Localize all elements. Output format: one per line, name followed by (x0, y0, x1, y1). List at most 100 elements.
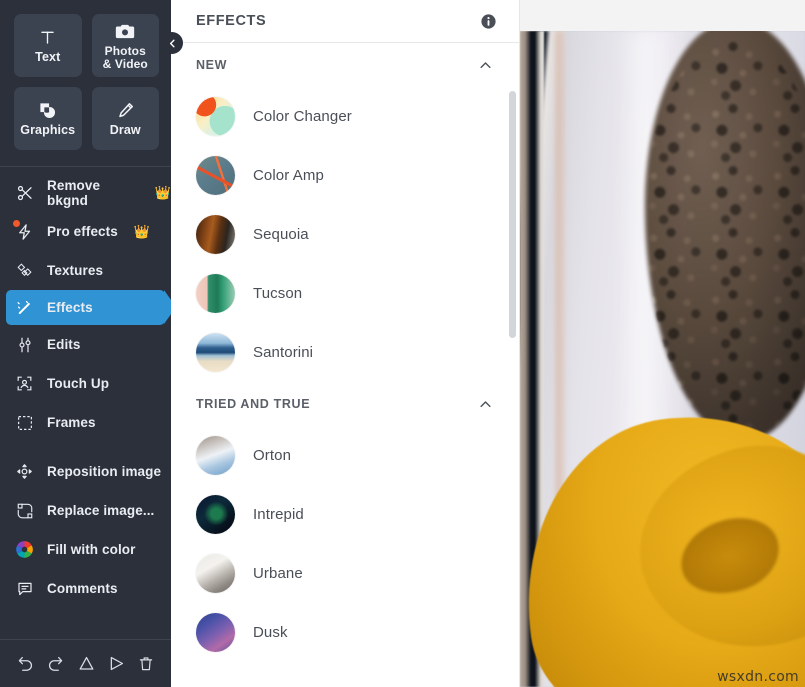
effect-name: Color Amp (253, 167, 324, 184)
section-title-tried-and-true: TRIED AND TRUE (196, 397, 311, 411)
list-item[interactable]: Sequoia (171, 205, 519, 264)
list-item[interactable]: Orton (171, 426, 519, 485)
section-header-tried-and-true[interactable]: TRIED AND TRUE (171, 382, 519, 426)
tile-text[interactable]: Text (14, 14, 82, 77)
page-title: EFFECTS (196, 13, 267, 29)
chevron-left-icon (167, 38, 178, 49)
panel-scrollbar-track[interactable] (509, 91, 516, 683)
tile-draw[interactable]: Draw (91, 87, 159, 150)
sidebar-divider-top (0, 166, 171, 167)
scissors-icon (14, 182, 35, 203)
sidebar-item-textures-label: Textures (47, 263, 104, 278)
sidebar-item-comments-label: Comments (47, 581, 118, 596)
collapse-panel-button[interactable] (161, 32, 183, 54)
list-item[interactable]: Urbane (171, 544, 519, 603)
graphics-shapes-icon (38, 100, 57, 122)
effects-scroll-region[interactable]: NEW Color Changer Color Amp Sequoia Tucs… (171, 43, 519, 687)
effect-name: Orton (253, 447, 292, 464)
replace-image-icon (14, 500, 35, 521)
tucson-thumb (196, 274, 235, 313)
tile-photos-video-label: Photos & Video (102, 43, 148, 71)
sidebar-item-pro-effects[interactable]: Pro effects 👑 (0, 212, 171, 251)
list-item[interactable]: Color Changer (171, 87, 519, 146)
sidebar-item-comments[interactable]: Comments (0, 569, 171, 608)
effect-name: Sequoia (253, 226, 309, 243)
sidebar-item-replace-image[interactable]: Replace image... (0, 491, 171, 530)
sidebar-bottom-toolbar (0, 639, 171, 687)
pro-crown-icon: 👑 (133, 224, 151, 239)
list-item[interactable]: Dusk (171, 603, 519, 662)
sidebar-item-remove-bkgnd[interactable]: Remove bkgnd 👑 (0, 173, 171, 212)
color-amp-thumb (196, 156, 235, 195)
effect-name: Urbane (253, 565, 303, 582)
sidebar-item-frames-label: Frames (47, 415, 96, 430)
chevron-up-icon[interactable] (478, 397, 493, 412)
tile-graphics[interactable]: Graphics (14, 87, 82, 150)
color-changer-thumb (196, 97, 235, 136)
tile-draw-label: Draw (109, 122, 141, 137)
sidebar-item-edits-label: Edits (47, 337, 81, 352)
face-touchup-icon (14, 373, 35, 394)
text-t-icon (38, 27, 57, 49)
undo-icon[interactable] (16, 654, 35, 673)
effect-name: Tucson (253, 285, 303, 302)
list-item[interactable]: Color Amp (171, 146, 519, 205)
sidebar-item-effects-label: Effects (47, 300, 93, 315)
sidebar-item-textures[interactable]: Textures (0, 251, 171, 290)
sliders-icon (14, 334, 35, 355)
sidebar-menu-primary: Remove bkgnd 👑 Pro effects 👑 Textures Ef… (0, 173, 176, 608)
flip-horizontal-icon[interactable] (107, 654, 126, 673)
effect-name: Intrepid (253, 506, 304, 523)
urbane-thumb (196, 554, 235, 593)
sidebar-item-reposition-image[interactable]: Reposition image (0, 452, 171, 491)
info-circle-icon[interactable] (480, 13, 497, 30)
new-dot-badge (13, 220, 20, 227)
sidebar-item-reposition-image-label: Reposition image (47, 464, 162, 479)
sidebar-item-replace-image-label: Replace image... (47, 503, 155, 518)
canvas-area[interactable]: wsxdn.com (520, 0, 805, 687)
orton-thumb (196, 436, 235, 475)
sequoia-thumb (196, 215, 235, 254)
list-item[interactable]: Santorini (171, 323, 519, 382)
lightning-bolt-icon (13, 220, 35, 242)
pencil-draw-icon (116, 100, 135, 122)
sidebar-item-remove-bkgnd-label: Remove bkgnd (47, 177, 101, 208)
sidebar-item-fill-with-color[interactable]: Fill with color (0, 530, 171, 569)
flip-vertical-icon[interactable] (77, 654, 96, 673)
chevron-up-icon[interactable] (478, 58, 493, 73)
sidebar-item-effects[interactable]: Effects (6, 290, 176, 325)
effect-name: Dusk (253, 624, 288, 641)
tile-graphics-label: Graphics (20, 122, 76, 137)
frame-dashed-icon (14, 412, 35, 433)
pro-crown-icon: 👑 (154, 185, 171, 200)
list-item[interactable]: Tucson (171, 264, 519, 323)
quick-add-tile-grid: Text Photos & Video Graphics Draw (0, 0, 171, 164)
redo-icon[interactable] (46, 654, 65, 673)
list-item[interactable]: Intrepid (171, 485, 519, 544)
sidebar-item-pro-effects-label: Pro effects (47, 224, 118, 239)
tile-photos-video[interactable]: Photos & Video (91, 14, 159, 77)
section-header-new[interactable]: NEW (171, 43, 519, 87)
magic-wand-icon (14, 297, 35, 318)
sidebar-item-fill-with-color-label: Fill with color (47, 542, 136, 557)
dusk-thumb (196, 613, 235, 652)
watermark: wsxdn.com (717, 669, 799, 685)
section-title-new: NEW (196, 58, 228, 72)
effects-panel: EFFECTS NEW Color Changer Color Amp Sequ… (171, 0, 520, 687)
sidebar-item-touch-up-label: Touch Up (47, 376, 110, 391)
camera-icon (115, 21, 135, 43)
sidebar-item-frames[interactable]: Frames (0, 403, 171, 442)
sidebar-item-touch-up[interactable]: Touch Up (0, 364, 171, 403)
effect-name: Santorini (253, 344, 314, 361)
comment-bubble-icon (14, 578, 35, 599)
effects-panel-header: EFFECTS (171, 0, 519, 43)
delete-trash-icon[interactable] (137, 655, 155, 673)
edited-photo[interactable] (520, 31, 805, 687)
sidebar-item-edits[interactable]: Edits (0, 325, 171, 364)
panel-scrollbar-thumb[interactable] (509, 91, 516, 338)
left-sidebar: Text Photos & Video Graphics Draw Remove… (0, 0, 183, 687)
intrepid-thumb (196, 495, 235, 534)
reposition-icon (14, 461, 35, 482)
santorini-thumb (196, 333, 235, 372)
canvas-topbar (520, 0, 805, 31)
